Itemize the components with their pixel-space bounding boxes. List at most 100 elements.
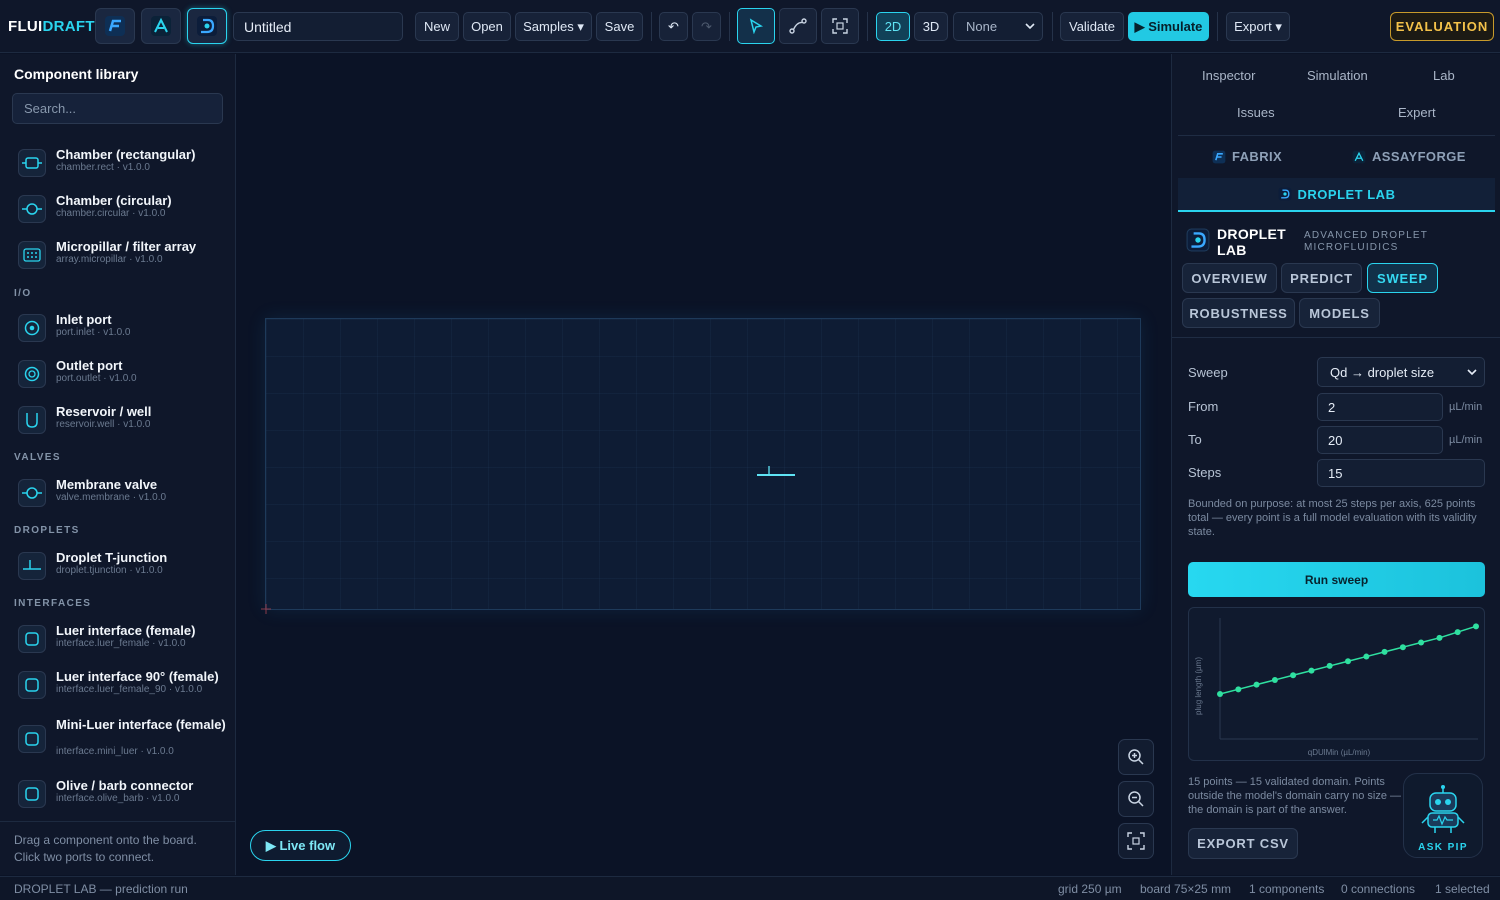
mode-3d-button[interactable]: 3D bbox=[914, 12, 948, 41]
zoom-out-button[interactable] bbox=[1118, 781, 1154, 817]
tab-inspector[interactable]: Inspector bbox=[1202, 68, 1255, 83]
library-item-olive-barb[interactable]: Olive / barb connector interface.olive_b… bbox=[18, 776, 233, 816]
library-item-chamber-circular[interactable]: Chamber (circular) chamber.circular · v1… bbox=[18, 191, 233, 231]
samples-button[interactable]: Samples ▾ bbox=[515, 12, 592, 41]
sweep-select[interactable]: Qd → droplet size bbox=[1317, 357, 1485, 387]
app-switch-droplet-lab[interactable]: DROPLET LAB bbox=[1178, 178, 1495, 212]
tab-expert[interactable]: Expert bbox=[1398, 105, 1436, 120]
fit-view-button[interactable] bbox=[821, 8, 859, 44]
run-sweep-button[interactable]: Run sweep bbox=[1188, 562, 1485, 597]
droplet-lab-app-button[interactable] bbox=[187, 8, 227, 44]
tab-divider bbox=[1178, 135, 1495, 136]
to-label: To bbox=[1188, 432, 1202, 447]
fit-icon bbox=[1127, 832, 1145, 850]
steps-label: Steps bbox=[1188, 465, 1222, 480]
redo-button[interactable]: ↷ bbox=[692, 12, 721, 41]
subtab-robustness[interactable]: ROBUSTNESS bbox=[1182, 298, 1295, 328]
zoom-in-button[interactable] bbox=[1118, 739, 1154, 775]
status-board: board 75×25 mm bbox=[1140, 882, 1232, 896]
data-point bbox=[1381, 648, 1388, 655]
subtab-models[interactable]: MODELS bbox=[1299, 298, 1380, 328]
droplet-lab-icon bbox=[1186, 228, 1210, 252]
top-toolbar: FLUIDRAFT Untitled New Open Samples ▾ Sa… bbox=[0, 0, 1500, 53]
status-bar: DROPLET LAB — prediction run grid 250 µm… bbox=[0, 876, 1500, 900]
select-tool-button[interactable] bbox=[737, 8, 775, 44]
simulate-button[interactable]: ▶ Simulate bbox=[1128, 12, 1209, 41]
validate-button[interactable]: Validate bbox=[1060, 12, 1124, 41]
export-button[interactable]: Export ▾ bbox=[1226, 12, 1290, 41]
library-item-chamber-rect[interactable]: Chamber (rectangular) chamber.rect · v1.… bbox=[18, 145, 233, 185]
view-select[interactable]: None bbox=[953, 12, 1043, 41]
sweep-chart-svg: qDUlMin (µL/min) plug length (µm) bbox=[1194, 618, 1479, 757]
interface-icon bbox=[18, 625, 46, 653]
section-io: I/O bbox=[14, 288, 32, 299]
data-point bbox=[1217, 691, 1223, 697]
subtab-sweep[interactable]: SWEEP bbox=[1367, 263, 1438, 293]
chevron-down-icon bbox=[1467, 369, 1477, 376]
tab-lab[interactable]: Lab bbox=[1433, 68, 1455, 83]
sweep-result: 15 points — 15 validated domain. Points … bbox=[1188, 776, 1402, 816]
save-button[interactable]: Save bbox=[596, 12, 643, 41]
app-switch-assayforge[interactable]: ASSAYFORGE bbox=[1352, 149, 1466, 164]
from-input[interactable]: 2 bbox=[1317, 393, 1443, 421]
library-title: Component library bbox=[14, 66, 139, 82]
library-hint: Drag a component onto the board. Click t… bbox=[14, 833, 197, 864]
chip-board[interactable] bbox=[261, 318, 1141, 614]
chamber-rect-icon bbox=[18, 149, 46, 177]
toolbar-divider bbox=[651, 12, 652, 41]
search-input[interactable]: Search... bbox=[12, 93, 223, 124]
library-item-micropillar[interactable]: Micropillar / filter array array.micropi… bbox=[18, 237, 233, 277]
mode-2d-button[interactable]: 2D bbox=[876, 12, 910, 41]
live-flow-button[interactable]: ▶ Live flow bbox=[250, 830, 351, 861]
reservoir-icon bbox=[18, 406, 46, 434]
undo-button[interactable]: ↶ bbox=[659, 12, 688, 41]
library-item-droplet-tjunction[interactable]: Droplet T-junction droplet.tjunction · v… bbox=[18, 548, 233, 588]
toolbar-divider bbox=[1052, 12, 1053, 41]
fabrix-icon bbox=[1212, 150, 1226, 163]
fit-board-button[interactable] bbox=[1118, 823, 1154, 859]
library-item-mini-luer[interactable]: Mini-Luer interface (female) interface.m… bbox=[18, 715, 233, 763]
document-title-input[interactable]: Untitled bbox=[233, 12, 403, 41]
t-junction-component[interactable] bbox=[756, 464, 796, 478]
library-item-outlet-port[interactable]: Outlet port port.outlet · v1.0.0 bbox=[18, 356, 233, 396]
app-logo: FLUIDRAFT bbox=[8, 18, 95, 35]
section-valves: VALVES bbox=[14, 452, 61, 463]
tab-issues[interactable]: Issues bbox=[1237, 105, 1275, 120]
interface-icon bbox=[18, 780, 46, 808]
inlet-port-icon bbox=[18, 314, 46, 342]
open-button[interactable]: Open bbox=[463, 12, 511, 41]
ask-pip-button[interactable]: ASK PIP bbox=[1403, 773, 1483, 858]
cursor-icon bbox=[749, 18, 764, 34]
new-button[interactable]: New bbox=[415, 12, 459, 41]
status-selected: 1 selected bbox=[1435, 882, 1490, 896]
subtab-predict[interactable]: PREDICT bbox=[1281, 263, 1362, 293]
subtab-overview[interactable]: OVERVIEW bbox=[1182, 263, 1277, 293]
chevron-down-icon bbox=[1025, 23, 1035, 30]
t-junction-icon bbox=[18, 552, 46, 580]
library-item-membrane-valve[interactable]: Membrane valve valve.membrane · v1.0.0 bbox=[18, 475, 233, 515]
toolbar-divider bbox=[729, 12, 730, 41]
app-switch-fabrix[interactable]: FABRIX bbox=[1212, 149, 1282, 164]
tab-simulation[interactable]: Simulation bbox=[1307, 68, 1368, 83]
to-input[interactable]: 20 bbox=[1317, 426, 1443, 454]
data-point bbox=[1326, 662, 1333, 669]
library-item-luer-female-90[interactable]: Luer interface 90° (female) interface.lu… bbox=[18, 667, 233, 707]
library-item-reservoir[interactable]: Reservoir / well reservoir.well · v1.0.0 bbox=[18, 402, 233, 442]
from-label: From bbox=[1188, 399, 1219, 414]
assayforge-app-button[interactable] bbox=[141, 8, 181, 44]
interface-icon bbox=[18, 671, 46, 699]
fabrix-icon bbox=[105, 16, 125, 36]
evaluation-badge: EVALUATION bbox=[1390, 12, 1494, 41]
library-item-luer-female[interactable]: Luer interface (female) interface.luer_f… bbox=[18, 621, 233, 661]
route-tool-button[interactable] bbox=[779, 8, 817, 44]
export-csv-button[interactable]: EXPORT CSV bbox=[1188, 828, 1298, 859]
robot-icon bbox=[1421, 785, 1465, 833]
library-item-inlet-port[interactable]: Inlet port port.inlet · v1.0.0 bbox=[18, 310, 233, 350]
steps-input[interactable]: 15 bbox=[1317, 459, 1485, 487]
zoom-in-icon bbox=[1128, 749, 1144, 765]
status-left: DROPLET LAB — prediction run bbox=[14, 882, 188, 896]
chamber-circular-icon bbox=[18, 195, 46, 223]
fabrix-app-button[interactable] bbox=[95, 8, 135, 44]
data-point bbox=[1399, 644, 1406, 651]
to-unit: µL/min bbox=[1449, 434, 1483, 446]
